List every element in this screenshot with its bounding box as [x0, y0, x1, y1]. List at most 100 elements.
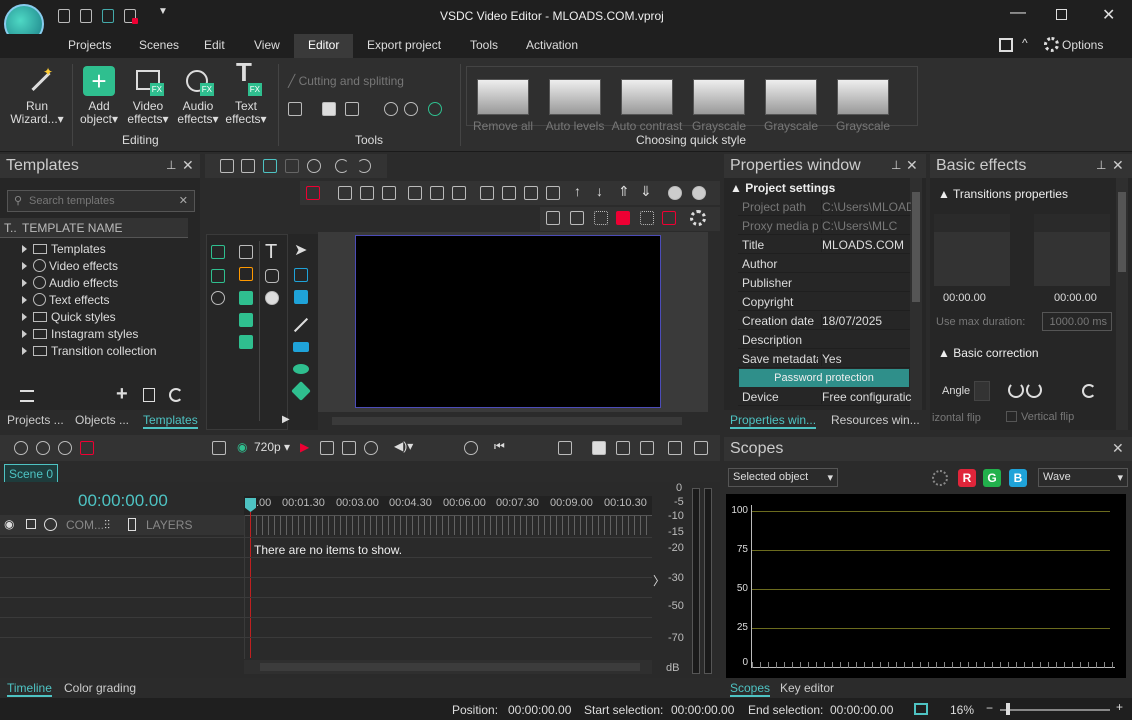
fps-100-icon[interactable] — [58, 441, 72, 455]
layout-icon[interactable] — [999, 38, 1013, 52]
subtitles-icon[interactable] — [265, 269, 279, 283]
step-forward-icon[interactable] — [320, 441, 334, 455]
grid-effect-icon[interactable] — [211, 269, 225, 283]
menu-tools[interactable]: Tools — [470, 38, 498, 52]
green-channel-toggle[interactable]: G — [983, 469, 1001, 487]
loop-icon[interactable] — [342, 441, 356, 455]
repeat-icon[interactable] — [364, 441, 378, 455]
minimize-button[interactable]: — — [1010, 4, 1026, 22]
eye-preview-icon[interactable]: ◉ — [237, 440, 247, 454]
close-panel-icon[interactable]: ✕ — [1112, 157, 1124, 174]
basic-correction-section[interactable]: ▲ Basic correction — [938, 346, 1039, 360]
reset-rotation-icon[interactable] — [1082, 384, 1096, 398]
menu-scenes[interactable]: Scenes — [139, 38, 179, 52]
clear-search-icon[interactable]: ✕ — [179, 194, 188, 207]
tab-resources-window[interactable]: Resources win... — [831, 413, 920, 427]
rotate-minus-90-icon[interactable] — [404, 102, 418, 116]
close-button[interactable]: ✕ — [1102, 5, 1115, 25]
paste-icon[interactable] — [263, 159, 277, 173]
distribute-h-icon[interactable] — [480, 186, 494, 200]
angle-stepper[interactable] — [974, 381, 990, 401]
col-com[interactable]: COM... — [66, 518, 104, 532]
options-button[interactable]: Options — [1062, 38, 1103, 52]
clock-icon[interactable] — [464, 441, 478, 455]
preview-mode-icon[interactable] — [212, 441, 226, 455]
crop-icon[interactable] — [345, 102, 359, 116]
col-type[interactable]: T.. — [4, 221, 17, 235]
zoom-slider[interactable] — [1000, 709, 1110, 711]
speech-bubble-icon[interactable] — [265, 291, 279, 305]
move-up-icon[interactable]: ↑ — [574, 183, 581, 199]
rotate-left-icon[interactable] — [1026, 382, 1042, 398]
undo-icon[interactable] — [335, 159, 349, 173]
audio-spectrum-icon[interactable] — [211, 245, 225, 259]
scope-settings-icon[interactable] — [932, 470, 948, 486]
quick-style-grayscale-2[interactable] — [765, 79, 817, 115]
magnet-grid-icon[interactable] — [640, 211, 654, 225]
prop-row-project-path[interactable]: Project path C:\Users\MLOAD — [738, 197, 911, 216]
preview-canvas[interactable] — [355, 235, 661, 408]
lock-icon[interactable] — [26, 519, 36, 529]
tab-scopes[interactable]: Scopes — [730, 681, 771, 697]
free-shape-icon[interactable] — [291, 381, 311, 401]
group-icon[interactable] — [668, 186, 682, 200]
image-icon[interactable] — [239, 291, 253, 305]
rotate-90-icon[interactable] — [384, 102, 398, 116]
col-layers[interactable]: LAYERS — [146, 518, 192, 532]
tree-item-text-effects[interactable]: Text effects — [22, 293, 109, 307]
sprite-icon[interactable] — [239, 267, 253, 281]
align-top-icon[interactable] — [408, 186, 422, 200]
rotate-right-icon[interactable] — [1008, 382, 1024, 398]
canvas-hscrollbar[interactable] — [318, 414, 702, 428]
grid-snap-icon[interactable] — [546, 211, 560, 225]
resolution-dropdown[interactable]: 720p ▾ — [254, 440, 290, 454]
col-template-name[interactable]: TEMPLATE NAME — [22, 221, 122, 235]
red-channel-toggle[interactable]: R — [958, 469, 976, 487]
ellipse-icon[interactable] — [293, 364, 309, 374]
vertical-flip-checkbox[interactable]: Vertical flip — [1006, 411, 1074, 423]
bring-front-icon[interactable]: ⇑ — [618, 183, 630, 200]
menu-editor[interactable]: Editor — [294, 34, 354, 58]
options-gear-icon[interactable] — [1044, 37, 1059, 52]
quick-style-remove-all[interactable] — [477, 79, 529, 115]
view-settings-gear-icon[interactable] — [690, 210, 706, 226]
same-size-icon[interactable] — [524, 186, 538, 200]
palette-expand-icon[interactable]: ▶ — [282, 414, 290, 425]
basic-effects-vscrollbar[interactable] — [1116, 178, 1128, 430]
prop-row-copyright[interactable]: Copyright — [738, 292, 910, 311]
save-project-icon[interactable] — [102, 9, 114, 23]
timeline-tool-icon[interactable] — [558, 441, 572, 455]
delete-icon[interactable] — [285, 159, 299, 173]
snap-right-icon[interactable] — [640, 441, 654, 455]
transition-in-preview[interactable] — [934, 214, 1010, 286]
visibility-eye-icon[interactable]: ◉ — [4, 517, 14, 531]
close-panel-icon[interactable]: ✕ — [906, 157, 918, 174]
prop-row-description[interactable]: Description — [738, 330, 910, 349]
prop-row-creation-date[interactable]: Creation date 18/07/2025 — [738, 311, 910, 330]
text-tool-icon[interactable]: T — [265, 241, 277, 264]
ungroup-icon[interactable] — [692, 186, 706, 200]
cut-icon[interactable] — [220, 159, 234, 173]
align-left-icon[interactable] — [338, 186, 352, 200]
snap-objects-icon[interactable] — [570, 211, 584, 225]
tab-color-grading[interactable]: Color grading — [64, 681, 136, 695]
menu-view[interactable]: View — [254, 38, 280, 52]
horizontal-flip-checkbox[interactable]: izontal flip — [932, 412, 981, 424]
prop-row-proxy-media[interactable]: Proxy media p C:\Users\MLC — [738, 216, 910, 235]
audio-effects-button[interactable]: FX Audio effects▾ — [174, 66, 222, 126]
close-panel-icon[interactable]: ✕ — [182, 157, 194, 174]
delete-template-icon[interactable] — [143, 388, 155, 402]
transitions-section[interactable]: ▲ Transitions properties — [938, 187, 1068, 201]
add-object-button[interactable]: + Add object▾ — [76, 66, 122, 126]
prop-row-save-metadata[interactable]: Save metadata Yes — [738, 349, 910, 368]
run-wizard-button[interactable]: ✦ Run Wizard...▾ — [8, 66, 66, 126]
pin-icon[interactable]: ⊥ — [166, 158, 176, 172]
tab-key-editor[interactable]: Key editor — [780, 681, 834, 695]
align-bottom-icon[interactable] — [452, 186, 466, 200]
align-right-icon[interactable] — [382, 186, 396, 200]
menu-projects[interactable]: Projects — [68, 38, 111, 52]
tab-objects[interactable]: Objects ... — [75, 413, 129, 427]
tab-properties-window[interactable]: Properties win... — [730, 413, 817, 429]
redo-icon[interactable] — [357, 159, 371, 173]
prop-row-device[interactable]: Device Free configuratic — [738, 387, 911, 406]
